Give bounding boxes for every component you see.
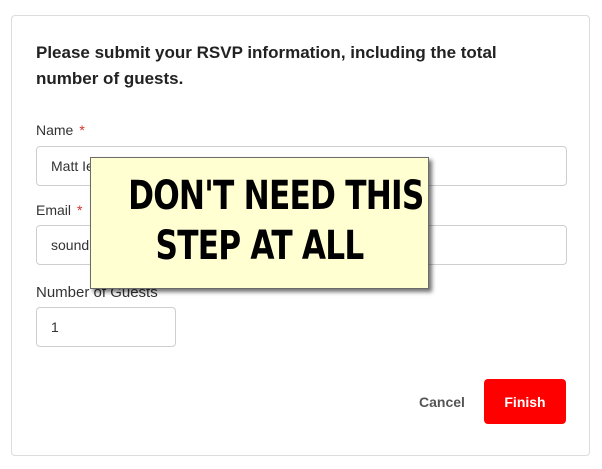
sticky-note-line-1: DON'T NEED THIS [128, 173, 424, 219]
sticky-note-line-2: STEP AT ALL [155, 223, 365, 269]
guests-input[interactable] [36, 307, 176, 347]
name-label-text: Name [36, 122, 74, 138]
sticky-note-overlay: DON'T NEED THIS STEP AT ALL [90, 157, 429, 289]
email-required-marker: * [77, 202, 83, 218]
cancel-button[interactable]: Cancel [407, 390, 477, 414]
form-heading: Please submit your RSVP information, inc… [36, 43, 497, 88]
name-label: Name * [36, 122, 85, 138]
finish-button[interactable]: Finish [484, 379, 566, 424]
email-label-text: Email [36, 202, 72, 218]
email-label: Email * [36, 202, 82, 218]
name-required-marker: * [79, 122, 85, 138]
